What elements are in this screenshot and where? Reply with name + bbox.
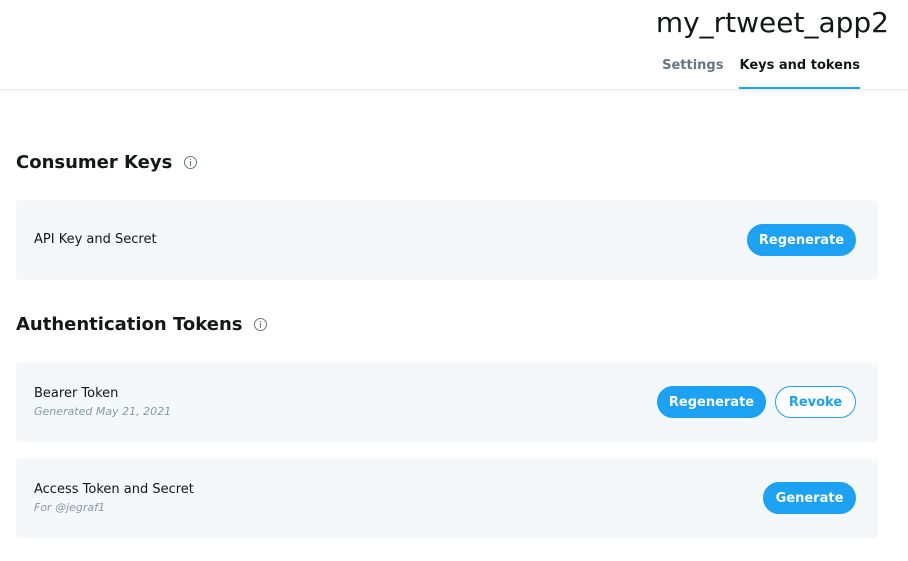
tab-settings[interactable]: Settings bbox=[662, 58, 723, 89]
api-key-label: API Key and Secret bbox=[34, 232, 157, 247]
consumer-keys-heading: Consumer Keys bbox=[16, 152, 198, 173]
generate-access-token-button[interactable]: Generate bbox=[763, 482, 856, 514]
bearer-token-card: Bearer Token Generated May 21, 2021 Rege… bbox=[16, 362, 878, 442]
api-key-card: API Key and Secret Regenerate bbox=[16, 200, 878, 280]
tab-keys-and-tokens[interactable]: Keys and tokens bbox=[739, 58, 860, 89]
auth-tokens-heading: Authentication Tokens bbox=[16, 314, 268, 335]
info-icon[interactable] bbox=[184, 156, 198, 169]
access-token-account: For @jegraf1 bbox=[34, 501, 106, 514]
regenerate-api-key-button[interactable]: Regenerate bbox=[747, 224, 856, 256]
regenerate-bearer-token-button[interactable]: Regenerate bbox=[657, 386, 766, 418]
bearer-token-generated-date: Generated May 21, 2021 bbox=[34, 405, 172, 418]
app-title: my_rtweet_app2 bbox=[655, 6, 889, 39]
info-icon[interactable] bbox=[254, 318, 268, 331]
access-token-card: Access Token and Secret For @jegraf1 Gen… bbox=[16, 458, 878, 538]
revoke-bearer-token-button[interactable]: Revoke bbox=[775, 386, 856, 418]
tab-bar: Settings Keys and tokens bbox=[662, 58, 860, 89]
auth-tokens-title: Authentication Tokens bbox=[16, 314, 243, 335]
consumer-keys-title: Consumer Keys bbox=[16, 152, 173, 173]
bearer-token-label: Bearer Token bbox=[34, 386, 119, 401]
access-token-label: Access Token and Secret bbox=[34, 482, 194, 497]
app-header: my_rtweet_app2 Settings Keys and tokens bbox=[0, 0, 908, 90]
